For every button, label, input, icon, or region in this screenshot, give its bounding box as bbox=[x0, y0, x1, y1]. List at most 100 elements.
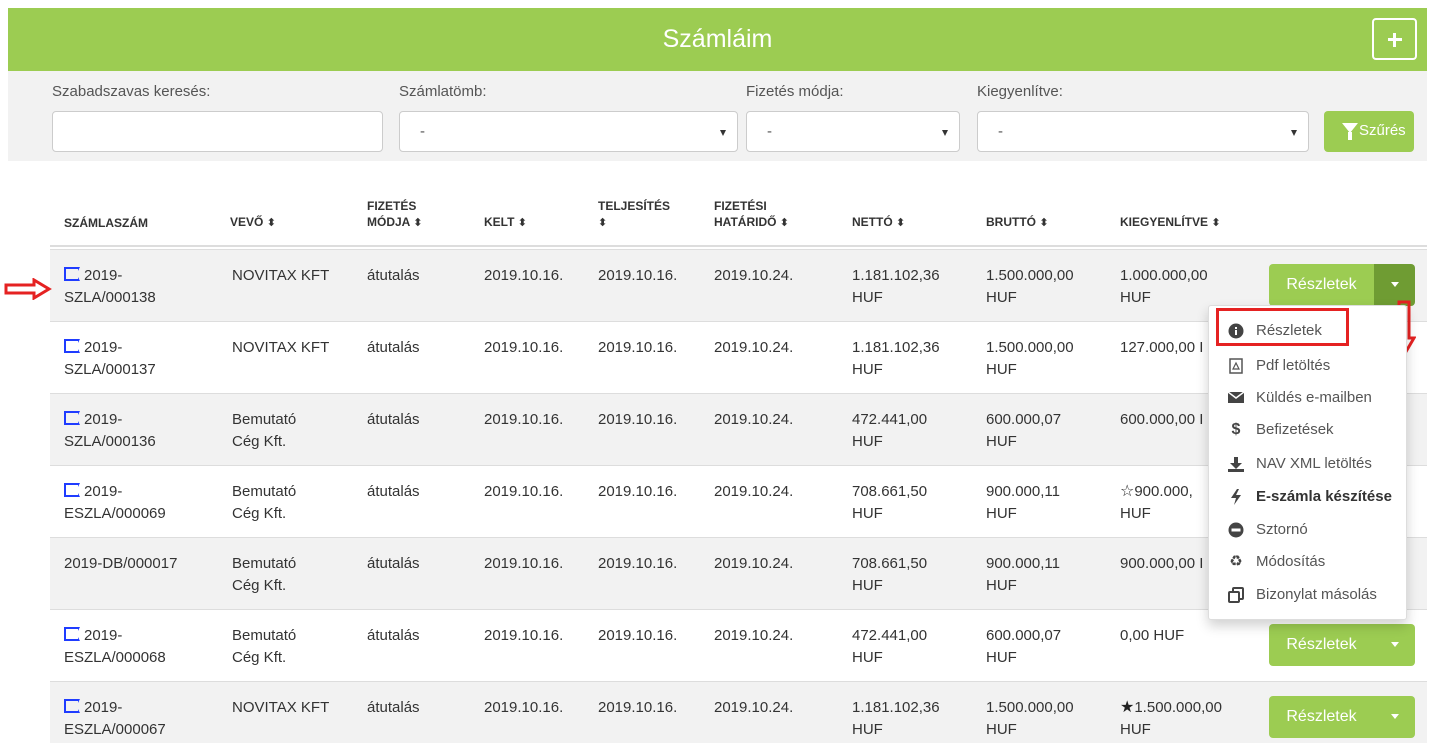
title-bar: Számláim bbox=[8, 8, 1427, 71]
customer: NOVITAX KFT bbox=[232, 339, 330, 356]
add-invoice-button[interactable] bbox=[1372, 18, 1417, 60]
menu-item-send-email[interactable]: Küldés e-mailben bbox=[1209, 383, 1408, 413]
sort-icon: ⬍ bbox=[517, 217, 528, 229]
payment-method: átutalás bbox=[367, 555, 420, 572]
pdf-icon bbox=[1228, 358, 1244, 374]
flag-icon bbox=[64, 267, 80, 281]
menu-item-copy-document[interactable]: Bizonylat másolás bbox=[1209, 580, 1408, 610]
paid-amount: ☆900.000, HUF bbox=[1120, 483, 1193, 522]
table-row[interactable]: 2019- ESZLA/000067 NOVITAX KFT átutalás 2… bbox=[50, 681, 1427, 743]
caret-down-icon bbox=[1391, 642, 1399, 647]
net-amount: 1.181.102,36 HUF bbox=[852, 339, 940, 378]
details-dropdown-toggle[interactable] bbox=[1374, 624, 1415, 666]
net-amount: 472.441,00 HUF bbox=[852, 411, 928, 450]
gross-amount: 600.000,07 HUF bbox=[986, 627, 1062, 666]
invoice-number[interactable]: 2019- SZLA/000137 bbox=[64, 337, 156, 381]
details-button[interactable]: Részletek bbox=[1269, 624, 1374, 666]
net-amount: 708.661,50 HUF bbox=[852, 555, 928, 594]
payment-method: átutalás bbox=[367, 627, 420, 644]
details-button[interactable]: Részletek bbox=[1269, 696, 1374, 738]
invoice-number[interactable]: 2019- SZLA/000136 bbox=[64, 409, 156, 453]
gross-amount: 1.500.000,00 HUF bbox=[986, 267, 1074, 306]
annotation-highlight-box bbox=[1216, 308, 1349, 346]
payment-method: átutalás bbox=[367, 483, 420, 500]
net-amount: 472.441,00 HUF bbox=[852, 627, 928, 666]
table-header: SZÁMLASZÁM VEVŐ ⬍ FIZETÉS MÓDJA ⬍ KELT ⬍ … bbox=[50, 180, 1427, 247]
kiegyenlitve-label: Kiegyenlítve: bbox=[977, 83, 1063, 100]
fulfillment-date: 2019.10.16. bbox=[598, 555, 678, 572]
payment-method: átutalás bbox=[367, 267, 420, 284]
recycle-icon: ♻ bbox=[1229, 553, 1243, 570]
invoice-number[interactable]: 2019- ESZLA/000069 bbox=[64, 481, 166, 525]
download-icon bbox=[1228, 456, 1244, 472]
flag-icon bbox=[64, 411, 80, 425]
sort-icon: ⬍ bbox=[266, 217, 276, 229]
invoice-number[interactable]: 2019- SZLA/000138 bbox=[64, 265, 156, 309]
col-fizetes-modja[interactable]: FIZETÉS MÓDJA ⬍ bbox=[367, 198, 422, 231]
search-input[interactable] bbox=[52, 111, 383, 152]
details-button-group: Részletek bbox=[1269, 696, 1415, 738]
col-netto[interactable]: NETTÓ ⬍ bbox=[852, 214, 905, 231]
due-date: 2019.10.24. bbox=[714, 339, 794, 356]
details-dropdown-toggle[interactable] bbox=[1374, 696, 1415, 738]
payment-method: átutalás bbox=[367, 411, 420, 428]
menu-item-pdf-download[interactable]: Pdf letöltés bbox=[1209, 351, 1408, 381]
invoice-number[interactable]: 2019- ESZLA/000067 bbox=[64, 697, 166, 741]
menu-item-modify[interactable]: ♻ Módosítás bbox=[1209, 547, 1408, 577]
details-button[interactable]: Részletek bbox=[1269, 264, 1374, 306]
issue-date: 2019.10.16. bbox=[484, 483, 564, 500]
annotation-arrow-right-icon bbox=[4, 278, 52, 300]
issue-date: 2019.10.16. bbox=[484, 339, 564, 356]
paid-amount: 127.000,00 I bbox=[1120, 339, 1204, 356]
net-amount: 1.181.102,36 HUF bbox=[852, 267, 940, 306]
menu-item-storno[interactable]: Sztornó bbox=[1209, 515, 1408, 545]
filter-button[interactable]: Szűrés bbox=[1324, 111, 1414, 152]
customer: NOVITAX KFT bbox=[232, 267, 330, 284]
issue-date: 2019.10.16. bbox=[484, 411, 564, 428]
invoice-number[interactable]: 2019- ESZLA/000068 bbox=[64, 625, 166, 669]
gross-amount: 600.000,07 HUF bbox=[986, 411, 1062, 450]
flag-icon bbox=[64, 699, 80, 713]
issue-date: 2019.10.16. bbox=[484, 555, 564, 572]
search-label: Szabadszavas keresés: bbox=[52, 83, 211, 100]
flag-icon bbox=[64, 339, 80, 353]
customer: Bemutató Cég Kft. bbox=[232, 627, 297, 666]
menu-item-payments[interactable]: $ Befizetések bbox=[1209, 415, 1408, 445]
fizetes-select[interactable]: - bbox=[746, 111, 960, 152]
menu-item-e-invoice[interactable]: E-számla készítése bbox=[1209, 482, 1408, 512]
gross-amount: 1.500.000,00 HUF bbox=[986, 699, 1074, 738]
row-actions-menu: Részletek Pdf letöltés Küldés e-mailben … bbox=[1208, 305, 1407, 620]
kiegyenlitve-select[interactable]: - bbox=[977, 111, 1309, 152]
col-vevo[interactable]: VEVŐ ⬍ bbox=[230, 214, 276, 231]
menu-item-nav-xml-download[interactable]: NAV XML letöltés bbox=[1209, 449, 1408, 479]
bolt-icon bbox=[1228, 489, 1244, 505]
issue-date: 2019.10.16. bbox=[484, 627, 564, 644]
col-kiegyenlitve[interactable]: KIEGYENLÍTVE ⬍ bbox=[1120, 214, 1221, 231]
fizetes-label: Fizetés módja: bbox=[746, 83, 844, 100]
col-brutto[interactable]: BRUTTÓ ⬍ bbox=[986, 214, 1049, 231]
envelope-icon bbox=[1227, 390, 1245, 406]
dollar-icon: $ bbox=[1231, 421, 1241, 438]
col-fizetesi-hatarido[interactable]: FIZETÉSI HATÁRIDŐ ⬍ bbox=[714, 198, 789, 231]
paid-amount: 600.000,00 I bbox=[1120, 411, 1204, 428]
szamlatomb-select[interactable]: - bbox=[399, 111, 738, 152]
invoice-number[interactable]: 2019-DB/000017 bbox=[64, 553, 177, 575]
szamlatomb-label: Számlatömb: bbox=[399, 83, 487, 100]
fulfillment-date: 2019.10.16. bbox=[598, 483, 678, 500]
sort-icon: ⬍ bbox=[896, 217, 906, 229]
col-teljesites[interactable]: TELJESÍTÉS ⬍ bbox=[598, 198, 670, 231]
details-button-group: Részletek bbox=[1269, 624, 1415, 666]
page-title: Számláim bbox=[662, 25, 773, 53]
col-szamlaszam[interactable]: SZÁMLASZÁM bbox=[64, 215, 148, 231]
flag-icon bbox=[64, 627, 80, 641]
customer: Bemutató Cég Kft. bbox=[232, 483, 297, 522]
fulfillment-date: 2019.10.16. bbox=[598, 699, 678, 716]
fulfillment-date: 2019.10.16. bbox=[598, 267, 678, 284]
fulfillment-date: 2019.10.16. bbox=[598, 411, 678, 428]
paid-amount: 900.000,00 I bbox=[1120, 555, 1204, 572]
col-kelt[interactable]: KELT ⬍ bbox=[484, 214, 527, 231]
due-date: 2019.10.24. bbox=[714, 627, 794, 644]
copy-icon bbox=[1228, 587, 1244, 603]
sort-icon: ⬍ bbox=[598, 217, 608, 229]
payment-method: átutalás bbox=[367, 699, 420, 716]
